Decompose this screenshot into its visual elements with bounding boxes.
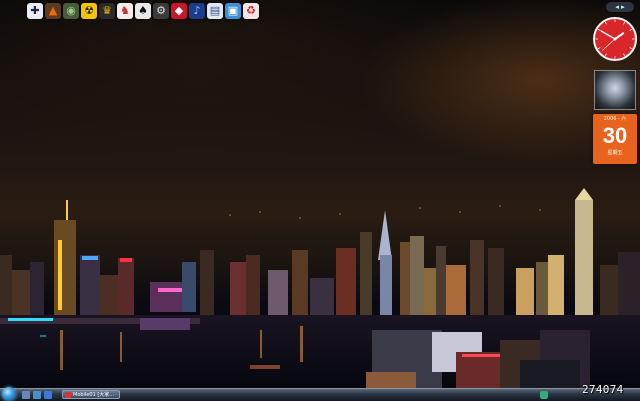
image-watermark: 274074 xyxy=(582,383,624,396)
triangle-app-icon[interactable]: ▲ xyxy=(45,3,61,19)
start-button[interactable] xyxy=(2,387,16,401)
taskbar-window-button[interactable]: Mobile01 [大家... xyxy=(62,390,120,399)
calendar-day: 30 xyxy=(602,123,628,148)
car-icon[interactable]: ◆ xyxy=(171,3,187,19)
switch-windows-icon[interactable] xyxy=(33,391,41,399)
calendar-gadget[interactable]: 2006 · 六 30 星期五 xyxy=(593,114,637,164)
clock-center xyxy=(613,37,617,41)
package-icon[interactable]: ▣ xyxy=(225,3,241,19)
window-app-icon xyxy=(65,392,71,398)
sidebar-gadgets: ◂ ▸ 2006 · 六 30 星期五 xyxy=(584,0,640,390)
rabbit-icon[interactable]: ♞ xyxy=(117,3,133,19)
tray-icon[interactable] xyxy=(540,391,548,399)
desktop: ✚ ▲ ◉ ☢ ♛ ♞ ♠ ⚙ ◆ ♪ ▤ ▣ ♻ ◂ ▸ 2006 · 六 30 星期五 xyxy=(0,0,640,390)
slideshow-gadget-photo[interactable] xyxy=(594,70,636,110)
security-shield-icon[interactable]: ✚ xyxy=(27,3,43,19)
show-desktop-icon[interactable] xyxy=(22,391,30,399)
calendar-weekday: 星期五 xyxy=(607,150,623,156)
quick-launch-icon-strip: ✚ ▲ ◉ ☢ ♛ ♞ ♠ ⚙ ◆ ♪ ▤ ▣ ♻ xyxy=(27,3,259,21)
quick-launch xyxy=(22,391,52,399)
trophy-icon[interactable]: ♛ xyxy=(99,3,115,19)
browser-icon[interactable] xyxy=(44,391,52,399)
notepad-icon[interactable]: ▤ xyxy=(207,3,223,19)
taskbar: Mobile01 [大家... xyxy=(0,387,640,401)
recycle-bin-icon[interactable]: ♻ xyxy=(243,3,259,19)
sidebar-control-arrows[interactable]: ◂ ▸ xyxy=(606,2,634,12)
globe-icon[interactable]: ◉ xyxy=(63,3,79,19)
cards-icon[interactable]: ♠ xyxy=(135,3,151,19)
music-note-icon[interactable]: ♪ xyxy=(189,3,205,19)
radiation-icon[interactable]: ☢ xyxy=(81,3,97,19)
taskbar-window-title: Mobile01 [大家... xyxy=(73,392,115,398)
wallpaper-city-skyline xyxy=(0,188,640,390)
gears-icon[interactable]: ⚙ xyxy=(153,3,169,19)
calendar-month: 2006 · 六 xyxy=(603,116,627,122)
clock-gadget[interactable] xyxy=(592,16,638,62)
